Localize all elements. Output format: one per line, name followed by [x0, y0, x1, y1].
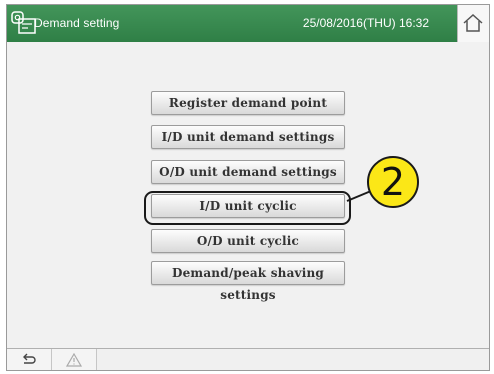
step-callout-badge: 2	[367, 156, 419, 208]
footer-bar	[7, 348, 489, 370]
back-button[interactable]	[7, 349, 52, 370]
warning-button[interactable]	[52, 349, 97, 370]
app-window: Demand setting 25/08/2016(THU) 16:32 Reg…	[6, 4, 490, 371]
